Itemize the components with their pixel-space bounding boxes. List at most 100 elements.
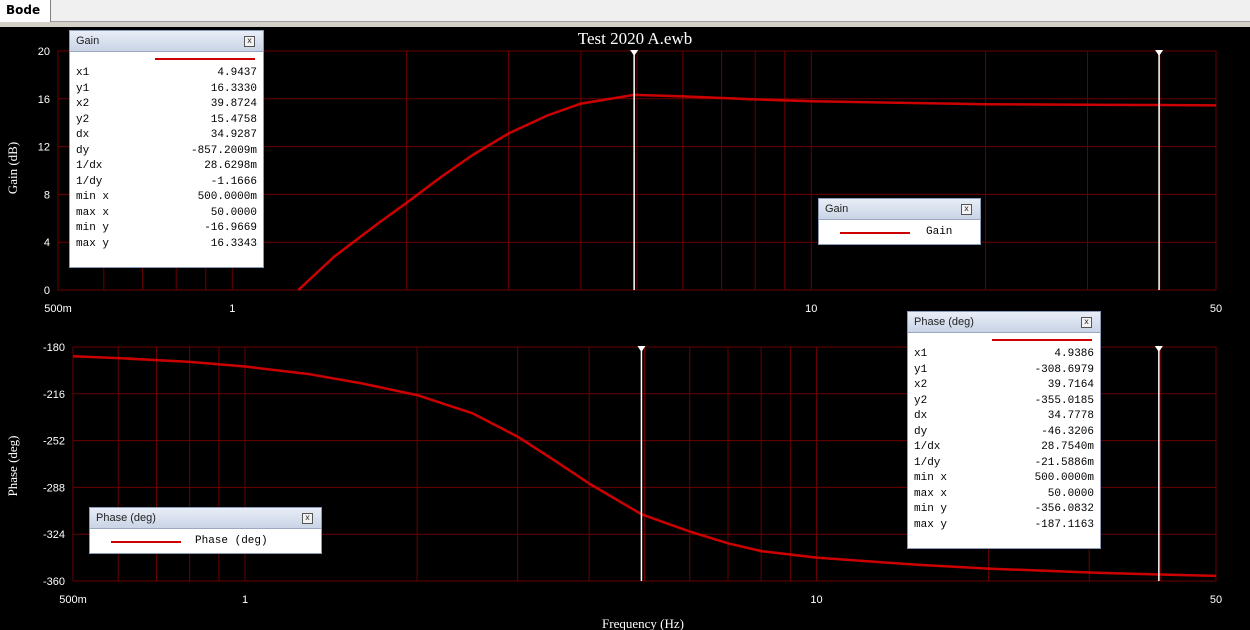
x-tick-label: 1 [229,303,235,315]
series-line [297,93,1217,291]
cursor-row-key: 1/dy [914,456,941,469]
y-tick-label: -288 [43,482,65,494]
gain-cursor-panel[interactable]: Gain x x1 4.9437 y1 16.3330 x2 39.8724 y2 15.47… [69,30,264,268]
cursor-row-value: -308.6979 [1034,363,1094,376]
cursor-row: x1 4.9386 [908,347,1100,363]
y-tick-label: 20 [38,46,50,58]
phase-cursor-rows: x1 4.9386 y1 -308.6979 x2 39.7164 y2 -355.0185 d… [908,347,1100,533]
cursor-2-handle [1154,346,1163,352]
cursor-row: x1 4.9437 [70,66,263,82]
frequency-axis-label: Frequency (Hz) [602,616,684,630]
y-tick-label: 0 [44,285,50,297]
phase-legend-label: Phase (deg) [195,535,268,547]
x-tick-label: 1 [242,594,248,606]
x-tick-label: 50 [1210,594,1222,606]
gain-legend-line [840,232,910,234]
cursor-row-key: x2 [914,379,928,391]
cursor-2-handle [1155,50,1164,56]
cursor-row: x2 39.7164 [908,378,1100,394]
gain-legend-item: Gain [824,224,975,241]
cursor-row: min x 500.0000m [908,471,1100,487]
y-tick-label: -180 [43,342,65,354]
cursor-row: dx 34.7778 [908,409,1100,425]
y-tick-label: 4 [44,237,50,249]
cursor-row-value: -16.9669 [204,222,257,234]
cursor-row-value: 16.3330 [210,82,257,95]
cursor-row-value: -187.1163 [1034,518,1094,531]
cursor-row: 1/dy -21.5886m [908,456,1100,472]
phase-legend-item: Phase (deg) [95,533,316,550]
y-tick-label: -360 [43,576,65,588]
cursor-row-value: 15.4758 [210,113,257,126]
cursor-row-value: -1.1666 [210,175,257,188]
cursor-row: 1/dx 28.6298m [70,159,263,175]
cursor-row-key: min y [76,222,110,234]
y-tick-label: 12 [38,142,50,154]
cursor-row-value: -356.0832 [1034,503,1094,515]
cursor-row-value: 500.0000m [1034,472,1094,484]
cursor-row: max y 16.3343 [70,237,263,253]
phase-legend-header[interactable]: Phase (deg) x [90,508,321,529]
cursor-row: y1 -308.6979 [908,363,1100,379]
phase-legend[interactable]: Phase (deg) x Phase (deg) [89,507,322,554]
cursor-row: dx 34.9287 [70,128,263,144]
phase-series-swatch [992,339,1092,341]
cursor-row: dy -46.3206 [908,425,1100,441]
cursor-row-value: 28.7540m [1041,441,1094,453]
x-tick-label: 10 [810,594,822,606]
y-tick-label: -324 [43,529,65,541]
cursor-row-key: x1 [76,67,90,79]
close-icon[interactable]: x [961,204,972,215]
cursor-row: y1 16.3330 [70,82,263,98]
gain-legend[interactable]: Gain x Gain [818,198,981,245]
phase-legend-line [111,541,181,543]
cursor-row-key: 1/dx [914,441,941,453]
phase-legend-title: Phase (deg) [96,512,156,524]
cursor-row-value: 4.9437 [217,67,257,79]
cursor-row-key: 1/dy [76,175,103,188]
cursor-row-value: 500.0000m [197,191,257,203]
cursor-row-value: 34.7778 [1047,410,1094,422]
close-icon[interactable]: x [302,513,313,524]
cursor-row-value: 16.3343 [210,237,257,250]
phase-cursor-panel[interactable]: Phase (deg) x x1 4.9386 y1 -308.6979 x2 39.71… [907,311,1101,549]
cursor-row-key: y1 [76,82,90,95]
cursor-row-value: 50.0000 [210,206,257,219]
cursor-row-key: y1 [914,363,928,376]
cursor-row-key: x1 [914,348,928,360]
plot-title: Test 2020 A.ewb [578,29,693,48]
cursor-row-value: -355.0185 [1034,394,1094,407]
gain-series-swatch [155,58,255,60]
gain-cursor-panel-header[interactable]: Gain x [70,31,263,52]
cursor-row-key: y2 [76,113,90,126]
cursor-row-key: max y [914,518,948,531]
cursor-row-key: min y [914,503,948,515]
cursor-row: 1/dy -1.1666 [70,175,263,191]
cursor-row: x2 39.8724 [70,97,263,113]
cursor-row-key: 1/dx [76,160,103,172]
cursor-row-key: dx [914,410,928,422]
phase-cursor-panel-title: Phase (deg) [914,316,974,328]
cursor-row: 1/dx 28.7540m [908,440,1100,456]
y-tick-label: 8 [44,189,50,201]
gain-axis-label: Gain (dB) [5,142,20,194]
cursor-row-value: 4.9386 [1054,348,1094,360]
y-tick-label: 16 [38,94,50,106]
phase-cursor-panel-header[interactable]: Phase (deg) x [908,312,1100,333]
x-tick-label: 10 [805,303,817,315]
gain-cursor-swatch-row [70,52,263,66]
cursor-row: dy -857.2009m [70,144,263,160]
cursor-row: y2 15.4758 [70,113,263,129]
cursor-row-key: y2 [914,394,928,407]
phase-cursor-swatch-row [908,333,1100,347]
cursor-row-key: min x [914,472,948,484]
cursor-row-key: max x [76,206,110,219]
cursor-row-value: 39.7164 [1047,379,1094,391]
close-icon[interactable]: x [1081,317,1092,328]
cursor-row: min y -356.0832 [908,502,1100,518]
gain-legend-header[interactable]: Gain x [819,199,980,220]
cursor-row-value: -857.2009m [190,144,257,157]
close-icon[interactable]: x [244,36,255,47]
cursor-row-value: 39.8724 [210,98,257,110]
cursor-row: min x 500.0000m [70,190,263,206]
